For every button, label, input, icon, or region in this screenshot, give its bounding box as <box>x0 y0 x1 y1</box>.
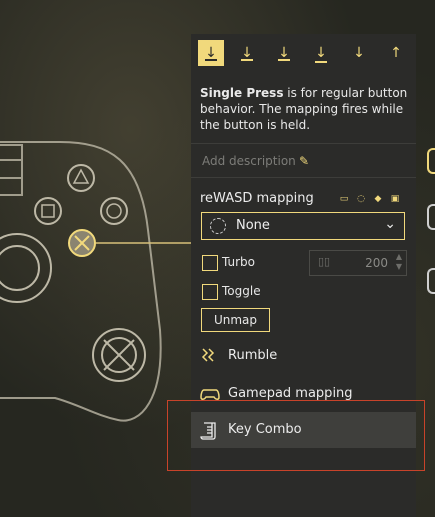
menu-item-label: Gamepad mapping <box>228 386 353 401</box>
unmap-button[interactable]: Unmap <box>201 308 270 332</box>
left-stick[interactable] <box>0 233 52 303</box>
turbo-label: Turbo <box>222 255 256 269</box>
single-press-mode-button[interactable]: ↓ <box>198 40 224 66</box>
cross-button-selected[interactable] <box>68 229 96 257</box>
menu-item-rumble[interactable]: Rumble <box>191 338 416 374</box>
playstation-icon[interactable]: ◆ <box>372 194 384 205</box>
mouse-icon[interactable]: ◌ <box>355 194 367 205</box>
triangle-button[interactable] <box>67 164 95 192</box>
toggle-label: Toggle <box>222 284 261 298</box>
long-press-mode-button[interactable]: ↓ <box>234 40 260 66</box>
double-press-icon: ↓ <box>278 45 290 61</box>
turbo-value-field[interactable]: ▯▯ 200 ▲ ▼ <box>309 250 407 276</box>
arrow-up-icon: ↑ <box>390 45 402 61</box>
terminal-icon[interactable]: ▣ <box>389 194 401 205</box>
right-edge-icon[interactable] <box>427 148 435 174</box>
square-button[interactable] <box>34 197 62 225</box>
add-description-field[interactable]: Add description <box>202 154 296 168</box>
double-press-mode-button[interactable]: ↓ <box>271 40 297 66</box>
none-icon <box>210 218 226 234</box>
controller-illustration <box>0 141 191 422</box>
start-press-mode-button[interactable]: ↓ <box>346 40 372 66</box>
pencil-icon[interactable]: ✎ <box>299 154 309 168</box>
toggle-checkbox[interactable] <box>202 284 218 300</box>
mapping-select[interactable]: None ⌄ <box>201 212 405 240</box>
arrow-down-icon: ↓ <box>353 45 365 61</box>
turbo-checkbox[interactable] <box>202 255 218 271</box>
long-press-icon: ↓ <box>241 45 253 61</box>
divider <box>191 177 416 178</box>
arrow-down-icon: ↓ <box>205 45 217 61</box>
pause-icon: ▯▯ <box>318 255 331 268</box>
chevron-down-icon: ⌄ <box>384 216 396 232</box>
release-mode-button[interactable]: ↑ <box>383 40 409 66</box>
triple-press-icon: ↓ <box>315 45 327 61</box>
turbo-value: 200 <box>365 256 388 270</box>
triple-press-mode-button[interactable]: ↓ <box>308 40 334 66</box>
mapping-title: reWASD mapping <box>200 191 314 206</box>
rumble-icon <box>200 347 220 365</box>
focus-highlight-outline <box>167 400 425 471</box>
divider <box>191 143 416 144</box>
circle-button[interactable] <box>100 197 128 225</box>
press-mode-bar: ↓ ↓ ↓ ↓ ↓ ↑ <box>191 34 416 74</box>
right-edge-icon[interactable] <box>427 268 435 294</box>
menu-item-label: Rumble <box>228 348 278 363</box>
mapping-select-value: None <box>236 218 270 233</box>
device-filter-icons: ▭ ◌ ◆ ▣ <box>338 194 401 205</box>
mode-description: Single Press is for regular button behav… <box>200 85 410 133</box>
right-stick[interactable] <box>92 328 146 382</box>
spinner-arrows-icon[interactable]: ▲ ▼ <box>396 252 402 272</box>
mode-name: Single Press <box>200 86 284 100</box>
keyboard-icon[interactable]: ▭ <box>338 194 350 205</box>
right-edge-icon[interactable] <box>427 204 435 230</box>
